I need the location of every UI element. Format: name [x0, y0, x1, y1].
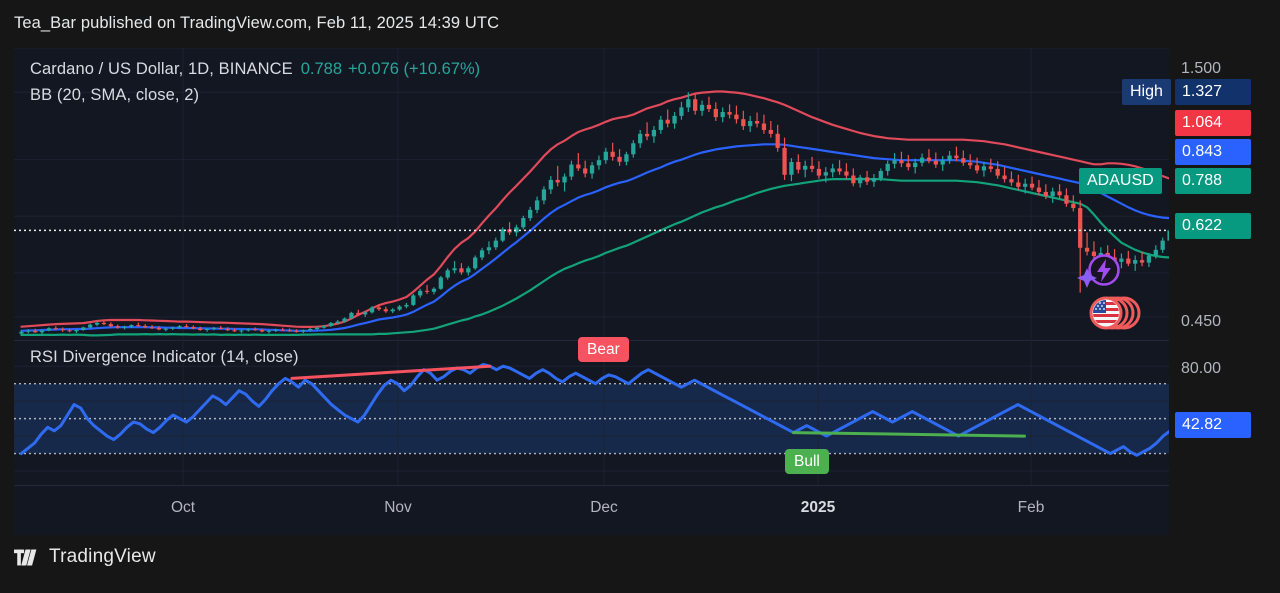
last-price-badge: 0.788: [1175, 168, 1251, 194]
tradingview-footer: TradingView: [14, 546, 156, 568]
high-marker-label: High: [1122, 79, 1171, 105]
lightning-spark-icon[interactable]: [1076, 252, 1122, 297]
bb-basis-price-badge: 0.843: [1175, 139, 1251, 165]
price-axis-tick: 1.500: [1181, 60, 1221, 78]
price-axis-tick: 80.00: [1181, 360, 1221, 378]
tradingview-logo-icon: [14, 549, 40, 566]
time-axis-label-feb: Feb: [1018, 499, 1045, 517]
bear-divergence-label: Bear: [578, 337, 629, 362]
rsi-chart-svg: [14, 340, 1266, 485]
published-header: Tea_Bar published on TradingView.com, Fe…: [14, 14, 499, 33]
rsi-value-badge: 42.82: [1175, 412, 1251, 438]
bb-lower-price-badge: 0.622: [1175, 213, 1251, 239]
tradingview-chart-screenshot: Tea_Bar published on TradingView.com, Fe…: [0, 0, 1280, 593]
rsi-pane[interactable]: [14, 340, 1266, 485]
us-flag-stack-icon[interactable]: [1086, 292, 1142, 339]
price-scale[interactable]: 1.5000.45080.00High1.327ADAUSD1.0640.843…: [1169, 48, 1280, 535]
high-price-badge: 1.327: [1175, 79, 1251, 105]
price-axis-tick: 0.450: [1181, 313, 1221, 331]
bb-upper-price-badge: 1.064: [1175, 110, 1251, 136]
time-axis[interactable]: Oct Nov Dec 2025 Feb: [14, 485, 1266, 535]
tradingview-brand-label: TradingView: [49, 546, 156, 568]
time-axis-label-nov: Nov: [384, 499, 412, 517]
symbol-price-tag: ADAUSD: [1079, 168, 1162, 194]
bull-divergence-label: Bull: [785, 449, 829, 474]
time-axis-label-2025: 2025: [801, 499, 835, 517]
time-axis-label-oct: Oct: [171, 499, 195, 517]
time-axis-label-dec: Dec: [590, 499, 618, 517]
